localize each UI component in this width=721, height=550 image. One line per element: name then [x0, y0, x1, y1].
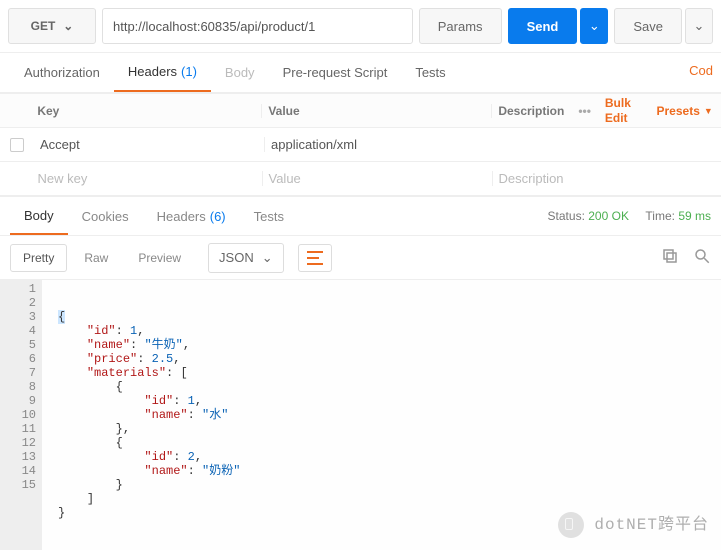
http-method-label: GET — [31, 19, 56, 33]
response-meta: Status: 200 OK Time: 59 ms — [548, 209, 711, 223]
checkbox[interactable] — [10, 138, 24, 152]
response-body-viewer: 123456789101112131415 { "id": 1, "name":… — [0, 280, 721, 550]
resp-tab-headers-label: Headers — [157, 209, 206, 224]
code-link[interactable]: Cod — [689, 63, 713, 78]
format-select[interactable]: JSON ⌄ — [208, 243, 284, 273]
header-row-new[interactable]: New key Value Description — [0, 161, 721, 195]
chevron-down-icon: ⌄ — [589, 18, 600, 34]
tab-headers-label: Headers — [128, 64, 177, 79]
chevron-down-icon: ⌄ — [262, 250, 273, 266]
resp-tab-headers[interactable]: Headers (6) — [143, 197, 240, 235]
tab-tests[interactable]: Tests — [401, 53, 459, 92]
resp-tab-body[interactable]: Body — [10, 197, 68, 235]
pretty-bar: Pretty Raw Preview JSON ⌄ — [0, 236, 721, 280]
col-value-header: Value — [261, 104, 491, 118]
request-tabs: Authorization Headers (1) Body Pre-reque… — [0, 53, 721, 93]
url-input[interactable] — [102, 8, 413, 44]
headers-table: Key Value Description ••• Bulk Edit Pres… — [0, 93, 721, 196]
line-gutter: 123456789101112131415 — [0, 280, 42, 550]
send-dropdown[interactable]: ⌄ — [580, 8, 608, 44]
resp-tab-cookies[interactable]: Cookies — [68, 197, 143, 235]
time-label: Time: — [645, 209, 675, 223]
format-label: JSON — [219, 250, 254, 265]
copy-icon[interactable] — [661, 247, 679, 268]
resp-tab-headers-count: (6) — [210, 209, 226, 224]
new-desc-input[interactable]: Description — [492, 171, 564, 186]
watermark: dotNET跨平台 — [558, 512, 709, 538]
save-button[interactable]: Save — [614, 8, 682, 44]
tab-prerequest[interactable]: Pre-request Script — [269, 53, 402, 92]
presets-dropdown[interactable]: Presets ▼ — [657, 104, 721, 118]
new-value-input[interactable]: Value — [262, 171, 492, 186]
col-key-header: Key — [31, 104, 261, 118]
status-value: 200 OK — [588, 209, 629, 223]
chevron-down-icon: ⌄ — [694, 18, 705, 34]
raw-button[interactable]: Raw — [71, 244, 121, 272]
tab-authorization[interactable]: Authorization — [10, 53, 114, 92]
send-button[interactable]: Send — [508, 8, 578, 44]
header-value-cell[interactable]: application/xml — [264, 137, 494, 152]
code-content[interactable]: { "id": 1, "name": "牛奶", "price": 2.5, "… — [42, 280, 721, 550]
http-method-select[interactable]: GET ⌄ — [8, 8, 96, 44]
response-tabs: Body Cookies Headers (6) Tests Status: 2… — [0, 196, 721, 236]
wechat-icon — [558, 512, 584, 538]
request-bar: GET ⌄ Params Send ⌄ Save ⌄ — [0, 0, 721, 53]
col-desc-header: Description — [491, 104, 564, 118]
presets-label: Presets — [657, 104, 700, 118]
more-icon[interactable]: ••• — [564, 104, 605, 118]
preview-button[interactable]: Preview — [125, 244, 194, 272]
bulk-edit-link[interactable]: Bulk Edit — [605, 96, 657, 125]
wrap-lines-button[interactable] — [298, 244, 332, 272]
search-icon[interactable] — [693, 247, 711, 268]
params-button[interactable]: Params — [419, 8, 502, 44]
watermark-text: dotNET跨平台 — [594, 518, 709, 532]
resp-tab-tests[interactable]: Tests — [240, 197, 298, 235]
headers-table-head: Key Value Description ••• Bulk Edit Pres… — [0, 93, 721, 127]
triangle-down-icon: ▼ — [704, 106, 713, 116]
header-row[interactable]: Accept application/xml — [0, 127, 721, 161]
wrap-icon — [307, 251, 323, 265]
pretty-button[interactable]: Pretty — [10, 244, 67, 272]
save-dropdown[interactable]: ⌄ — [685, 8, 713, 44]
chevron-down-icon: ⌄ — [63, 19, 73, 33]
tab-body[interactable]: Body — [211, 53, 269, 92]
tab-headers-count: (1) — [181, 64, 197, 79]
status-label: Status: — [548, 209, 585, 223]
header-key-cell[interactable]: Accept — [34, 137, 264, 152]
time-value: 59 ms — [678, 209, 711, 223]
new-key-input[interactable]: New key — [32, 171, 262, 186]
tab-headers[interactable]: Headers (1) — [114, 53, 211, 92]
